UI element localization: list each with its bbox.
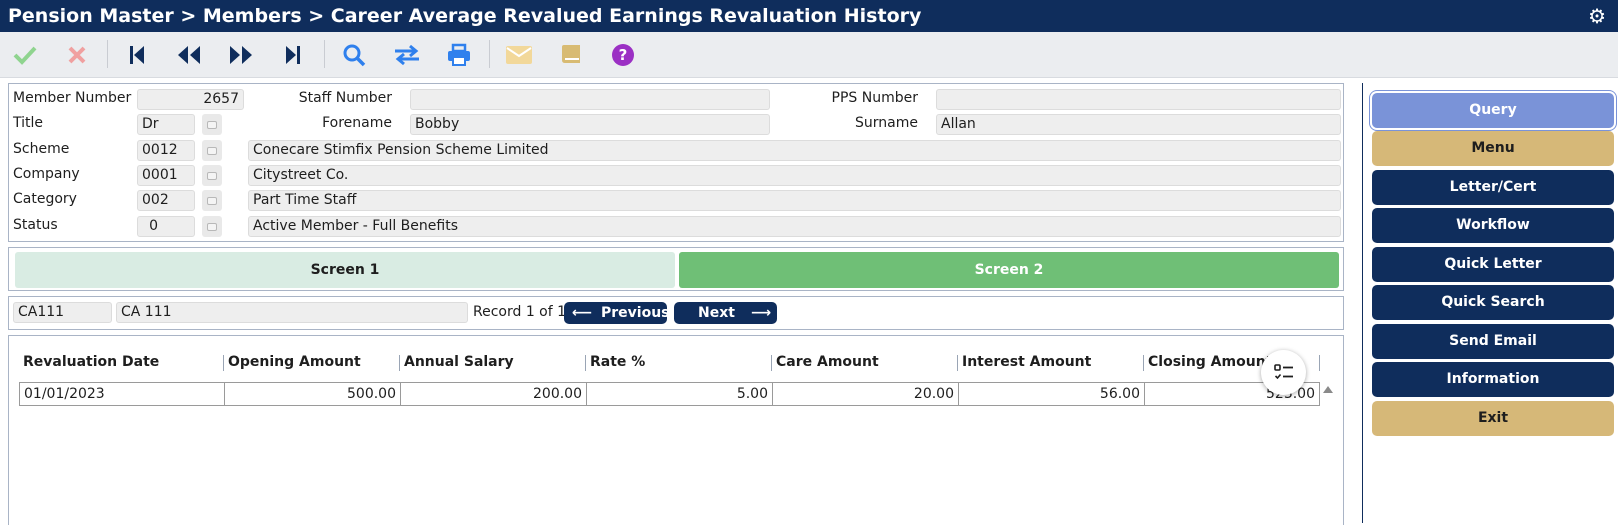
quick-search-button[interactable]: Quick Search xyxy=(1372,285,1614,320)
exit-button[interactable]: Exit xyxy=(1372,401,1614,436)
scheme-label: Scheme xyxy=(13,141,70,157)
category-name-field: Part Time Staff xyxy=(248,190,1341,211)
status-code-field[interactable]: 0 xyxy=(137,216,195,237)
arrow-right-icon: ⟶ xyxy=(751,305,772,321)
column-divider xyxy=(585,355,586,371)
interest-amount-cell[interactable]: 56.00 xyxy=(958,382,1144,406)
menu-button[interactable]: Menu xyxy=(1372,131,1614,166)
information-button[interactable]: Information xyxy=(1372,362,1614,397)
column-divider xyxy=(1143,355,1144,371)
category-label: Category xyxy=(13,191,77,207)
column-header[interactable]: Closing Amount xyxy=(1148,354,1272,374)
record-code-field: CA111 xyxy=(13,302,112,323)
next-record-icon[interactable] xyxy=(226,41,256,69)
letter-cert-button[interactable]: Letter/Cert xyxy=(1372,170,1614,205)
member-number-label: Member Number xyxy=(13,90,132,106)
surname-field[interactable]: Allan xyxy=(936,114,1341,135)
company-name-field: Citystreet Co. xyxy=(248,165,1341,186)
title-field[interactable]: Dr xyxy=(137,114,195,135)
status-lookup-icon[interactable] xyxy=(202,216,222,237)
record-name-field: CA 111 xyxy=(116,302,468,323)
forename-label: Forename xyxy=(322,115,392,131)
column-header[interactable]: Interest Amount xyxy=(962,354,1091,374)
query-button[interactable]: Query xyxy=(1372,93,1614,128)
column-divider xyxy=(399,355,400,371)
column-header[interactable]: Care Amount xyxy=(776,354,879,374)
title-bar: Pension Master > Members > Career Averag… xyxy=(0,0,1618,32)
record-position: Record 1 of 1 xyxy=(473,304,567,320)
send-email-button[interactable]: Send Email xyxy=(1372,324,1614,359)
mail-icon[interactable] xyxy=(504,41,534,69)
column-header[interactable]: Rate % xyxy=(590,354,645,374)
revaluation-date-cell[interactable]: 01/01/2023 xyxy=(19,382,224,406)
status-name-field: Active Member - Full Benefits xyxy=(248,216,1341,237)
cross-icon[interactable] xyxy=(62,41,92,69)
previous-button[interactable]: ⟵ Previous xyxy=(564,302,670,324)
status-label: Status xyxy=(13,217,58,233)
staff-number-label: Staff Number xyxy=(298,90,392,106)
last-record-icon[interactable] xyxy=(278,41,308,69)
title-lookup-icon[interactable] xyxy=(202,114,222,135)
scheme-name-field: Conecare Stimfix Pension Scheme Limited xyxy=(248,140,1341,161)
scroll-up-arrow[interactable] xyxy=(1323,386,1333,393)
surname-label: Surname xyxy=(855,115,918,131)
previous-record-icon[interactable] xyxy=(174,41,204,69)
help-icon[interactable]: ? xyxy=(608,41,638,69)
first-record-icon[interactable] xyxy=(122,41,152,69)
category-code-field[interactable]: 002 xyxy=(137,190,195,211)
title-label: Title xyxy=(13,115,44,131)
staff-number-field[interactable] xyxy=(410,89,770,110)
gear-icon[interactable]: ⚙ xyxy=(1588,0,1606,32)
opening-amount-cell[interactable]: 500.00 xyxy=(224,382,400,406)
column-list-icon[interactable] xyxy=(1261,350,1306,395)
column-divider xyxy=(1319,355,1320,371)
check-icon[interactable] xyxy=(10,41,40,69)
scheme-lookup-icon[interactable] xyxy=(202,140,222,161)
rate-cell[interactable]: 5.00 xyxy=(586,382,772,406)
sidebar-divider xyxy=(1362,83,1363,523)
tab-screen-2[interactable]: Screen 2 xyxy=(679,252,1339,288)
svg-text:?: ? xyxy=(619,46,628,64)
forename-field[interactable]: Bobby xyxy=(410,114,770,135)
pps-number-label: PPS Number xyxy=(831,90,918,106)
swap-icon[interactable] xyxy=(392,41,422,69)
care-amount-cell[interactable]: 20.00 xyxy=(772,382,958,406)
annual-salary-cell[interactable]: 200.00 xyxy=(400,382,586,406)
company-lookup-icon[interactable] xyxy=(202,165,222,186)
next-label: Next xyxy=(698,305,735,321)
company-code-field[interactable]: 0001 xyxy=(137,165,195,186)
previous-label: Previous xyxy=(601,305,670,321)
column-divider xyxy=(957,355,958,371)
workflow-button[interactable]: Workflow xyxy=(1372,208,1614,243)
print-icon[interactable] xyxy=(444,41,474,69)
tab-screen-1[interactable]: Screen 1 xyxy=(15,252,675,288)
column-divider xyxy=(771,355,772,371)
column-divider xyxy=(223,355,224,371)
company-label: Company xyxy=(13,166,80,182)
next-button[interactable]: Next ⟶ xyxy=(674,302,777,324)
toolbar-divider xyxy=(489,40,490,68)
scheme-code-field[interactable]: 0012 xyxy=(137,140,195,161)
column-header[interactable]: Annual Salary xyxy=(404,354,514,374)
quick-letter-button[interactable]: Quick Letter xyxy=(1372,247,1614,282)
toolbar-divider xyxy=(107,40,108,68)
toolbar: ? xyxy=(0,32,1618,78)
column-header[interactable]: Opening Amount xyxy=(228,354,361,374)
column-header[interactable]: Revaluation Date xyxy=(23,354,159,374)
member-number-field[interactable]: 2657 xyxy=(137,89,244,110)
page-title: Pension Master > Members > Career Averag… xyxy=(8,5,922,27)
toolbar-divider xyxy=(324,40,325,68)
book-icon[interactable] xyxy=(556,41,586,69)
category-lookup-icon[interactable] xyxy=(202,190,222,211)
arrow-left-icon: ⟵ xyxy=(572,305,593,321)
pps-number-field[interactable] xyxy=(936,89,1341,110)
search-icon[interactable] xyxy=(339,41,369,69)
